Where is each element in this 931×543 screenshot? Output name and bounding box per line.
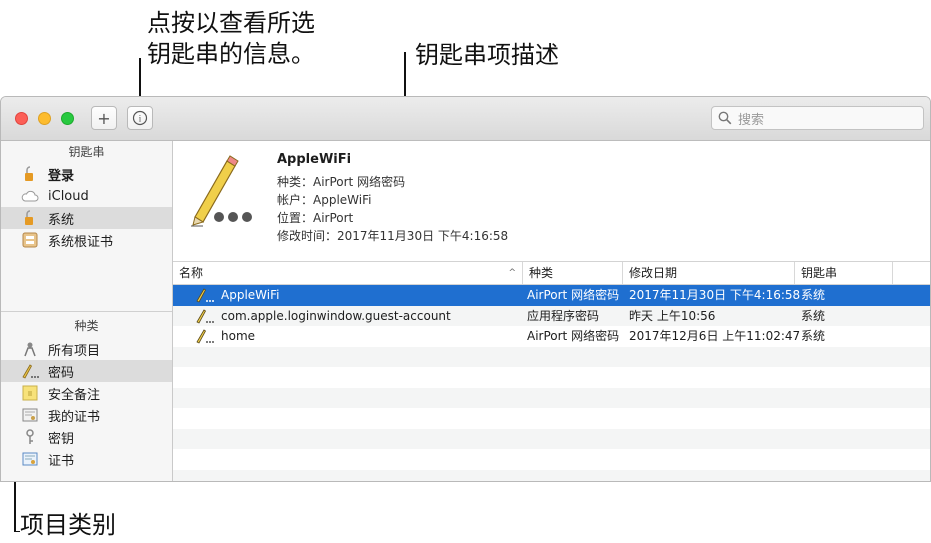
certificate-cabinet-icon	[21, 231, 39, 249]
info-callout-line1: 点按以查看所选	[147, 9, 315, 37]
item-modified: 修改时间：2017年11月30日 下午4:16:58	[277, 229, 509, 243]
sidebar-item-login[interactable]: 登录	[1, 163, 172, 185]
empty-row	[173, 469, 930, 481]
category-label: 我的证书	[48, 409, 101, 425]
category-secure-notes[interactable]: 安全备注	[1, 382, 172, 404]
table-row[interactable]: home AirPort 网络密码 2017年12月6日 上午11:02:47 …	[173, 326, 930, 347]
row-keychain: 系统	[801, 288, 826, 302]
sidebar-item-label: 登录	[48, 168, 75, 184]
sidebar-item-label: 系统	[48, 212, 75, 228]
category-label: 所有项目	[48, 343, 101, 359]
keychain-window: + i 搜索 钥匙串 登录 iCloud 系统 系统根证书 种类 所有项目 密码…	[0, 96, 931, 482]
column-header-keychain[interactable]: 钥匙串	[795, 262, 893, 284]
item-account: 帐户：AppleWiFi	[277, 193, 372, 207]
password-pen-icon	[191, 155, 252, 227]
row-date: 2017年11月30日 下午4:16:58	[629, 288, 801, 302]
empty-row	[173, 346, 930, 367]
row-keychain: 系统	[801, 308, 826, 323]
certificate-icon	[21, 450, 39, 468]
pen-icon	[196, 329, 214, 344]
info-button-callout: 点按以查看所选 钥匙串的信息。	[147, 8, 315, 70]
category-label: 密钥	[48, 431, 75, 447]
category-my-certificates[interactable]: 我的证书	[1, 404, 172, 426]
column-header-date[interactable]: 修改日期	[623, 262, 795, 284]
category-passwords[interactable]: 密码	[1, 360, 172, 382]
close-button[interactable]	[15, 112, 28, 125]
row-kind: 应用程序密码	[527, 308, 600, 323]
item-description-callout: 钥匙串项描述	[415, 41, 559, 69]
info-callout-line2: 钥匙串的信息。	[147, 40, 315, 68]
table-row[interactable]: AppleWiFi AirPort 网络密码 2017年11月30日 下午4:1…	[173, 285, 930, 306]
sidebar-item-label: iCloud	[48, 188, 89, 204]
info-button[interactable]: i	[127, 106, 153, 130]
empty-row	[173, 367, 930, 388]
pen-icon	[196, 308, 214, 324]
info-callout-leader	[139, 58, 141, 98]
empty-row	[173, 428, 930, 449]
pen-icon	[21, 362, 39, 380]
sort-ascending-icon: ^	[508, 268, 516, 278]
row-kind: AirPort 网络密码	[527, 329, 620, 343]
search-placeholder: 搜索	[738, 112, 765, 128]
item-title: AppleWiFi	[277, 152, 352, 167]
row-name: AppleWiFi	[221, 288, 280, 302]
category-all-items[interactable]: 所有项目	[1, 338, 172, 360]
sidebar-item-system[interactable]: 系统	[1, 207, 172, 229]
row-date: 昨天 上午10:56	[629, 308, 716, 323]
category-list: 所有项目 密码 安全备注 我的证书 密钥 证书	[1, 338, 172, 470]
add-button[interactable]: +	[91, 106, 117, 130]
sidebar-item-icloud[interactable]: iCloud	[1, 185, 172, 207]
row-name: home	[221, 329, 256, 343]
info-icon: i	[132, 110, 148, 126]
lock-open-icon	[21, 209, 39, 227]
zoom-button[interactable]	[61, 112, 74, 125]
toolbar: + i 搜索	[1, 97, 930, 141]
sidebar-item-system-roots[interactable]: 系统根证书	[1, 229, 172, 251]
minimize-button[interactable]	[38, 112, 51, 125]
item-kind: 种类：AirPort 网络密码	[277, 175, 406, 189]
category-label: 证书	[48, 453, 75, 469]
row-kind: AirPort 网络密码	[527, 288, 620, 302]
people-icon	[21, 340, 39, 358]
row-date: 2017年12月6日 上午11:02:47	[629, 329, 801, 343]
sidebar-item-label: 系统根证书	[48, 234, 114, 250]
row-keychain: 系统	[801, 329, 826, 343]
lock-open-icon	[21, 165, 39, 183]
category-header: 种类	[74, 319, 99, 333]
item-info-panel: AppleWiFi 种类：AirPort 网络密码 帐户：AppleWiFi 位…	[173, 141, 930, 259]
empty-row	[173, 449, 930, 470]
column-header-kind[interactable]: 种类	[523, 262, 623, 284]
empty-row	[173, 408, 930, 429]
item-where: 位置：AirPort	[277, 211, 354, 225]
table-header: 名称 ^ 种类 修改日期 钥匙串	[173, 262, 930, 285]
note-icon	[21, 384, 39, 402]
table-row[interactable]: com.apple.loginwindow.guest-account 应用程序…	[173, 305, 930, 326]
column-header-name[interactable]: 名称 ^	[173, 262, 523, 284]
items-table: 名称 ^ 种类 修改日期 钥匙串 AppleWiFi AirPort 网络密码 …	[173, 261, 930, 481]
row-name: com.apple.loginwindow.guest-account	[221, 308, 451, 323]
key-icon	[21, 428, 39, 446]
plus-icon: +	[97, 108, 111, 128]
svg-text:i: i	[139, 114, 142, 124]
category-label: 密码	[48, 365, 75, 381]
sidebar: 钥匙串 登录 iCloud 系统 系统根证书 种类 所有项目 密码 安全备注 我…	[1, 141, 173, 481]
cloud-icon	[21, 187, 39, 205]
pen-icon	[196, 288, 214, 303]
sidebar-divider	[1, 311, 172, 312]
keychains-header: 钥匙串	[68, 145, 105, 159]
category-certificates[interactable]: 证书	[1, 448, 172, 470]
search-icon	[718, 111, 732, 125]
category-label: 安全备注	[48, 387, 101, 403]
search-field[interactable]: 搜索	[711, 106, 924, 130]
category-keys[interactable]: 密钥	[1, 426, 172, 448]
item-category-callout: 项目类别	[20, 511, 116, 539]
empty-row	[173, 387, 930, 408]
certificate-icon	[21, 406, 39, 424]
